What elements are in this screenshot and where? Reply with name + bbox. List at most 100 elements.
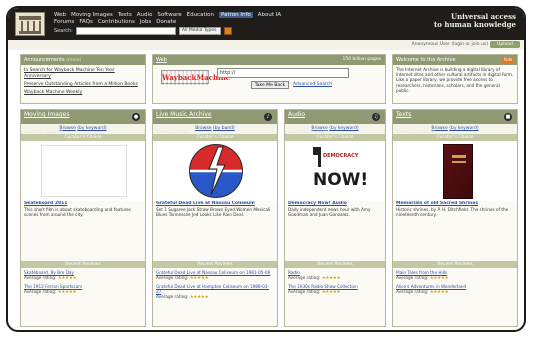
column-header: Audio browse by keyword ♫ bbox=[285, 110, 385, 134]
secondary-nav: Forums FAQs Contributions Jobs Donate bbox=[54, 19, 176, 25]
wayback-title[interactable]: Web bbox=[156, 55, 167, 65]
wayback-box: Web 150 billion pages WaybackMachine http… bbox=[152, 54, 386, 104]
book-icon: ■ bbox=[504, 113, 512, 121]
column-title[interactable]: Texts bbox=[396, 111, 514, 118]
rating-stars-icon: ★★★★★ bbox=[321, 275, 341, 281]
steal-your-face-icon bbox=[189, 144, 243, 198]
rating-label: Average rating: bbox=[288, 288, 321, 294]
rating-stars-icon: ★★★★★ bbox=[189, 275, 209, 281]
take-me-back-button[interactable]: Take Me Back bbox=[251, 81, 289, 89]
announcement-item[interactable]: Wayback Machine Weekly bbox=[24, 90, 142, 96]
rating-label: Average rating: bbox=[24, 288, 57, 294]
search-go-button[interactable] bbox=[223, 27, 232, 35]
music-icon: ♪ bbox=[264, 113, 272, 121]
column-title[interactable]: Live Music Archive bbox=[156, 111, 274, 118]
rating-label: Average rating: bbox=[156, 274, 189, 280]
pick-description: This short film is about skateboarding a… bbox=[24, 206, 132, 217]
nav-patron-info[interactable]: Patron Info bbox=[219, 12, 253, 18]
welcome-hide-button[interactable]: hide bbox=[502, 57, 514, 63]
column-title[interactable]: Moving Images bbox=[24, 111, 142, 118]
rating-label: Average rating: bbox=[396, 274, 429, 280]
texts-column: Texts browse by keyword ■ Browse (by key… bbox=[392, 109, 518, 327]
recent-reviews-bar: Recent Reviews bbox=[153, 260, 277, 268]
upload-button[interactable]: Upload bbox=[490, 41, 520, 48]
announcements-box: Announcements (more) In Search for Wayba… bbox=[20, 54, 146, 104]
search-input[interactable] bbox=[75, 27, 176, 35]
rating-stars-icon: ★★★★★ bbox=[429, 289, 449, 295]
wayback-url-input[interactable]: http:// bbox=[217, 68, 349, 78]
welcome-text: The Internet Archive is building a digit… bbox=[396, 67, 514, 93]
svg-text:DEMOCRACY: DEMOCRACY bbox=[323, 153, 359, 159]
recent-reviews-bar: Recent Reviews bbox=[393, 260, 517, 268]
audio-column: Audio browse by keyword ♫ Browse (by key… bbox=[284, 109, 386, 327]
nav-audio[interactable]: Audio bbox=[137, 12, 153, 18]
rating-stars-icon: ★★★★★ bbox=[321, 289, 341, 295]
recent-reviews-bar: Recent Reviews bbox=[21, 260, 145, 268]
tagline-line-2: to human knowledge bbox=[434, 20, 516, 29]
nav-donate[interactable]: Donate bbox=[156, 19, 176, 25]
browser-frame: Web Moving Images Texts Audio Software E… bbox=[6, 6, 526, 332]
column-title[interactable]: Audio bbox=[288, 111, 382, 118]
column-header: Live Music Archive browse by band ♪ bbox=[153, 110, 277, 134]
rating-label: Average rating: bbox=[24, 274, 57, 280]
rating-label: Average rating: bbox=[156, 293, 189, 299]
pick-description: Daily independent news hour with Amy Goo… bbox=[288, 206, 371, 217]
pick-thumbnail[interactable] bbox=[21, 141, 145, 201]
login-text[interactable]: Anonymous User (login or join us) bbox=[412, 42, 488, 47]
pick-image bbox=[41, 145, 127, 197]
primary-nav: Web Moving Images Texts Audio Software E… bbox=[54, 12, 281, 18]
pick-thumbnail[interactable] bbox=[393, 141, 517, 201]
column-header: Texts browse by keyword ■ bbox=[393, 110, 517, 134]
announcement-item[interactable]: Preserve Outstanding Articles from a Mil… bbox=[24, 82, 142, 88]
announcement-item[interactable]: In Search for Wayback Machine Ten Year A… bbox=[24, 68, 142, 80]
media-type-select[interactable]: All Media Types bbox=[178, 27, 221, 35]
book-cover-icon bbox=[443, 144, 473, 199]
rating-stars-icon: ★★★★★ bbox=[57, 275, 77, 281]
rating-label: Average rating: bbox=[288, 274, 321, 280]
live-music-column: Live Music Archive browse by band ♪ Brow… bbox=[152, 109, 278, 327]
wayback-header: Web 150 billion pages bbox=[153, 55, 385, 65]
nav-about[interactable]: About IA bbox=[258, 12, 281, 18]
top-navigation-bar: Web Moving Images Texts Audio Software E… bbox=[8, 8, 524, 40]
wayback-subtitle: 150 billion pages bbox=[342, 57, 382, 62]
audio-icon: ♫ bbox=[372, 113, 380, 121]
nav-software[interactable]: Software bbox=[157, 12, 181, 18]
svg-text:NOW!: NOW! bbox=[313, 170, 368, 190]
nav-moving-images[interactable]: Moving Images bbox=[71, 12, 113, 18]
rating-stars-icon: ★★★★★ bbox=[57, 289, 77, 295]
pick-thumbnail[interactable]: DEMOCRACY NOW! bbox=[285, 141, 385, 201]
welcome-header: Welcome to the Archive hide bbox=[393, 55, 517, 65]
moving-images-column: Moving Images browse by keyword ● Browse… bbox=[20, 109, 146, 327]
column-subtitle: browse by keyword bbox=[24, 129, 63, 134]
archive-logo-icon[interactable] bbox=[15, 12, 45, 36]
column-header: Moving Images browse by keyword ● bbox=[21, 110, 145, 134]
nav-forums[interactable]: Forums bbox=[54, 19, 74, 25]
announcements-more-link[interactable]: (more) bbox=[66, 58, 81, 63]
login-strip: Anonymous User (login or join us) Upload bbox=[8, 40, 524, 50]
nav-jobs[interactable]: Jobs bbox=[140, 19, 151, 25]
rating-stars-icon: ★★★★★ bbox=[189, 294, 209, 300]
recent-reviews-bar: Recent Reviews bbox=[285, 260, 385, 268]
review-link[interactable]: Grateful Dead Live at Hampton Coliseum o… bbox=[156, 284, 274, 294]
announcements-header: Announcements (more) bbox=[21, 55, 145, 65]
search-row: Search: All Media Types bbox=[54, 27, 232, 35]
nav-contributions[interactable]: Contributions bbox=[98, 19, 135, 25]
column-subtitle: browse by keyword bbox=[288, 129, 327, 134]
nav-education[interactable]: Education bbox=[187, 12, 214, 18]
film-icon: ● bbox=[132, 113, 140, 121]
nav-texts[interactable]: Texts bbox=[118, 12, 132, 18]
democracy-now-logo-icon: DEMOCRACY NOW! bbox=[313, 147, 368, 190]
advanced-search-link[interactable]: Advanced Search bbox=[293, 82, 332, 87]
column-subtitle: browse by band bbox=[156, 129, 188, 134]
rating-label: Average rating: bbox=[396, 288, 429, 294]
welcome-title: Welcome to the Archive bbox=[396, 57, 456, 63]
pick-thumbnail[interactable] bbox=[153, 141, 277, 201]
nav-faqs[interactable]: FAQs bbox=[79, 19, 93, 25]
welcome-box: Welcome to the Archive hide The Internet … bbox=[392, 54, 518, 104]
announcements-title: Announcements bbox=[24, 57, 65, 63]
pick-description: Historic shrines, by P. H. Ditchfield. T… bbox=[396, 206, 509, 217]
wayback-logo: WaybackMachine bbox=[161, 70, 231, 85]
nav-web[interactable]: Web bbox=[54, 12, 66, 18]
wayback-logo-text: WaybackMachine bbox=[162, 73, 231, 82]
column-subtitle: browse by keyword bbox=[396, 129, 435, 134]
